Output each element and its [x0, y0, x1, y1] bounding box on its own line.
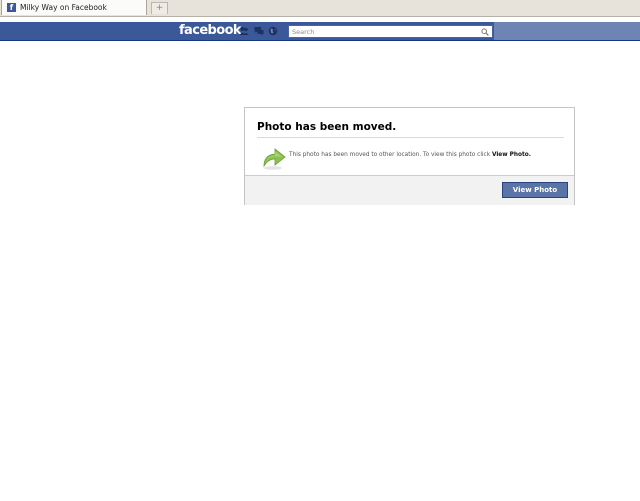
dialog-divider [257, 137, 564, 138]
facebook-favicon-icon: f [7, 3, 16, 12]
green-forward-arrow-icon [263, 148, 286, 170]
browser-tab[interactable]: f Milky Way on Facebook [1, 0, 147, 15]
search-icon[interactable] [481, 28, 489, 36]
messages-icon[interactable] [254, 26, 264, 36]
browser-tab-strip: f Milky Way on Facebook + [0, 0, 640, 17]
dialog-footer: View Photo [245, 175, 574, 205]
header-right-panel [494, 22, 640, 40]
photo-moved-dialog: Photo has been moved. This photo has bee… [244, 107, 575, 205]
search-box[interactable] [288, 25, 493, 38]
facebook-header-bar: facebook [0, 22, 640, 41]
new-tab-button[interactable]: + [151, 2, 168, 14]
dialog-title: Photo has been moved. [257, 121, 397, 133]
friend-requests-icon[interactable] [239, 26, 249, 36]
search-input[interactable] [289, 26, 477, 37]
dialog-message: This photo has been moved to other locat… [289, 152, 531, 158]
facebook-logo[interactable]: facebook [179, 23, 242, 38]
view-photo-link[interactable]: View Photo. [492, 152, 531, 158]
dialog-message-text: This photo has been moved to other locat… [289, 152, 492, 158]
view-photo-button[interactable]: View Photo [502, 182, 568, 198]
notifications-globe-icon[interactable] [268, 26, 278, 36]
tab-title: Milky Way on Facebook [20, 3, 107, 12]
